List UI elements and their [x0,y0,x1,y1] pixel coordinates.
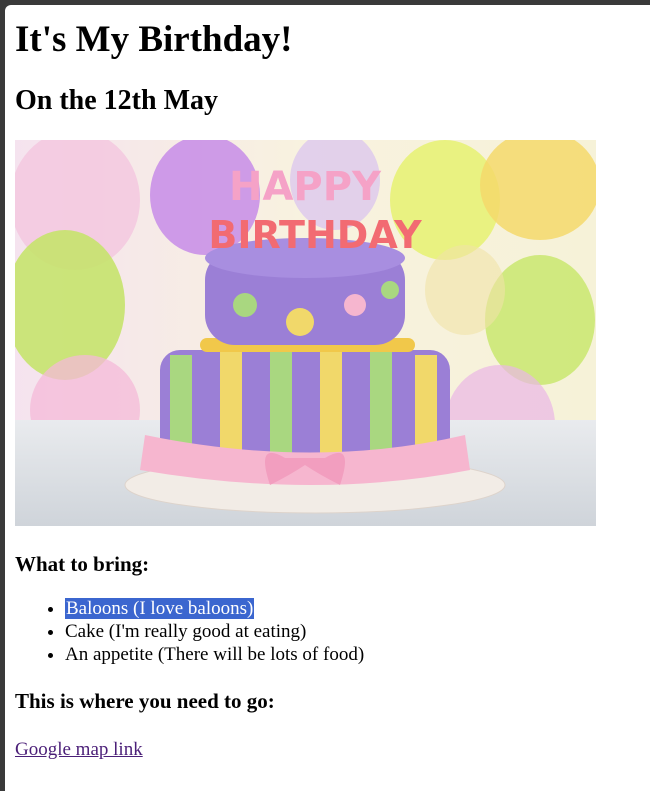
cake-text-bottom: BIRTHDAY [208,213,422,257]
list-item: Cake (I'm really good at eating) [65,620,640,643]
where-heading: This is where you need to go: [15,689,275,713]
browser-viewport: It's My Birthday! On the 12th May HAPPY … [5,5,650,791]
page-content: It's My Birthday! On the 12th May HAPPY … [5,19,650,761]
date-heading: On the 12th May [15,85,218,116]
list-item: Baloons (I love baloons) [65,597,640,620]
map-link-paragraph: Google map link [15,738,640,761]
bring-list: Baloons (I love baloons) Cake (I'm reall… [15,597,640,666]
what-to-bring-heading: What to bring: [15,552,150,576]
google-map-link[interactable]: Google map link [15,739,143,760]
cake-text-top: HAPPY [229,164,382,210]
list-item: An appetite (There will be lots of food) [65,643,640,666]
selected-text[interactable]: Baloons (I love baloons) [65,598,255,619]
birthday-cake-image: HAPPY BIRTHDAY [15,140,596,526]
page-title: It's My Birthday! [15,19,293,60]
